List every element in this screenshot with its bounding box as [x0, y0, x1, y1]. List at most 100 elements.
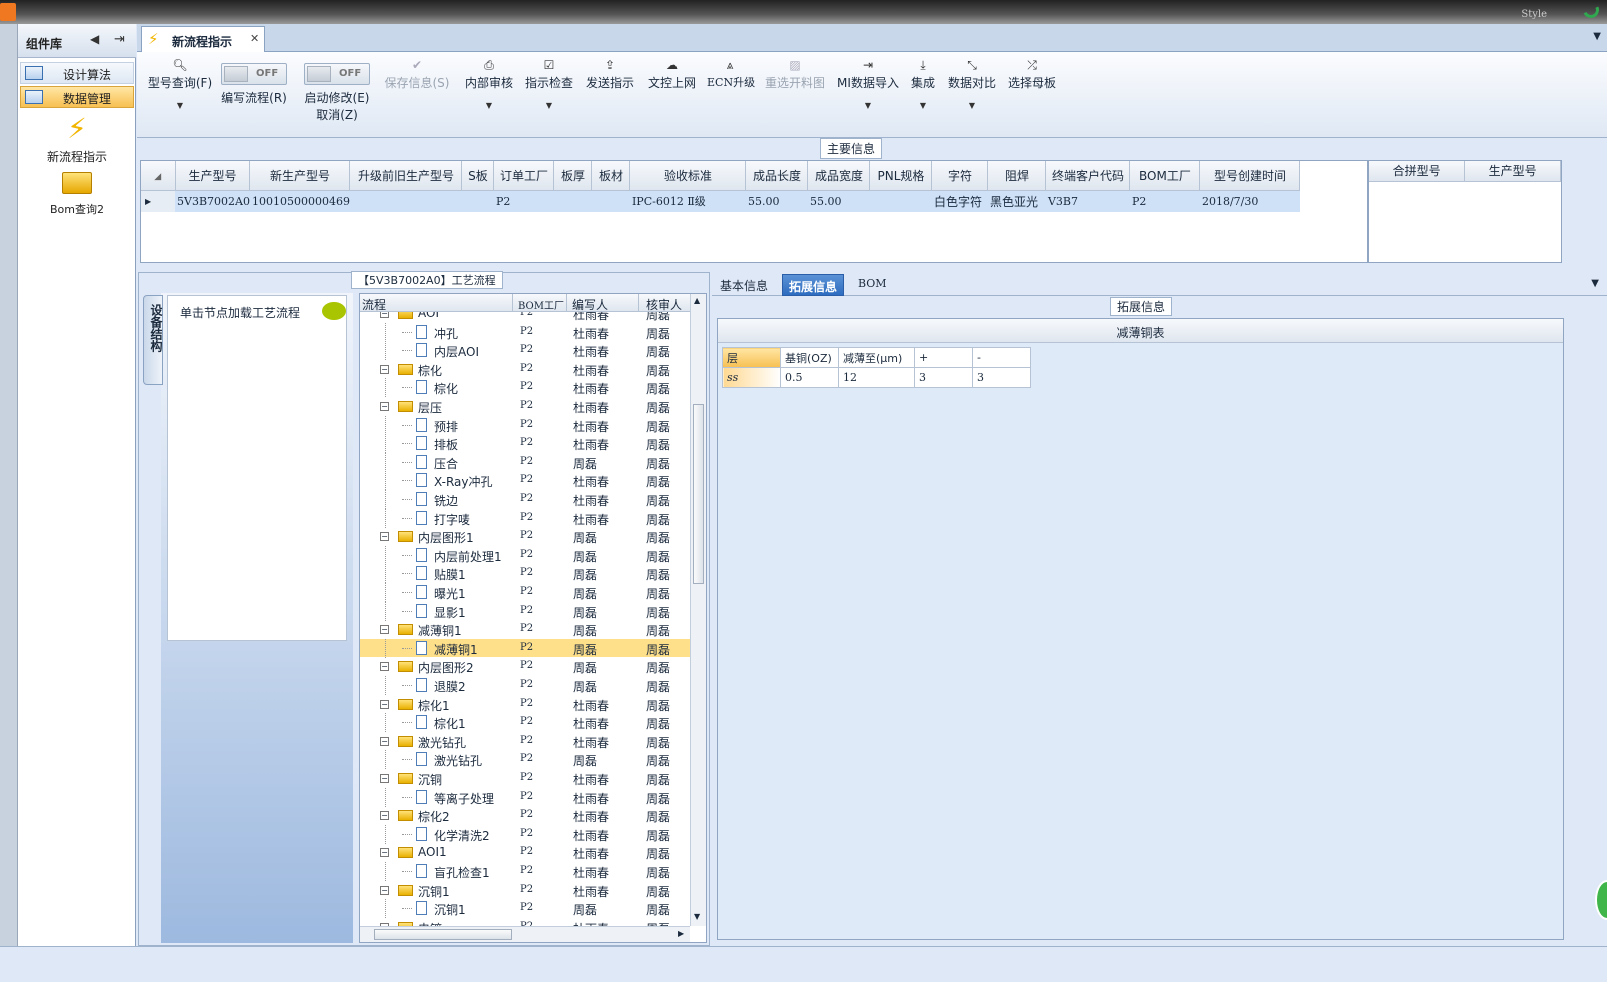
vertical-scrollbar[interactable]: ▲ ▼	[690, 294, 706, 926]
table-cell[interactable]: 10010500000469	[249, 190, 350, 212]
tree-node-row[interactable]: X-Ray冲孔 P2 杜雨春 周磊	[360, 471, 690, 491]
tree-node-row[interactable]: 显影1 P2 周磊 周磊	[360, 601, 690, 621]
collapse-toggle-icon[interactable]: −	[380, 532, 389, 542]
dropdown-arrow-icon[interactable]: ▼	[909, 101, 937, 110]
table-cell[interactable]	[591, 190, 630, 212]
column-header[interactable]: 终端客户代码	[1045, 161, 1131, 191]
table-cell[interactable]: 0.5	[780, 367, 839, 388]
mi-import-button[interactable]: ⇥ MI数据导入 ▼	[837, 56, 899, 110]
collapse-toggle-icon[interactable]: −	[380, 625, 389, 635]
column-header[interactable]: 成品宽度	[807, 161, 871, 191]
tree-node-row[interactable]: 预排 P2 杜雨春 周磊	[360, 415, 690, 435]
table-cell[interactable]: P2	[493, 190, 554, 212]
tree-node-row[interactable]: − 棕化1 P2 杜雨春 周磊	[360, 695, 690, 714]
model-query-button[interactable]: 🔍︎ 型号查询(F) ▼	[145, 56, 215, 110]
tree-node-row[interactable]: − AOI P2 杜雨春 周磊	[360, 312, 690, 323]
tree-node-row[interactable]: 盲孔检查1 P2 杜雨春 周磊	[360, 862, 690, 881]
tree-node-row[interactable]: − 内层图形2 P2 周磊 周磊	[360, 657, 690, 676]
scroll-right-icon[interactable]: ▶	[678, 929, 684, 938]
column-header[interactable]: S板	[461, 161, 495, 191]
horizontal-scrollbar[interactable]: ▶	[360, 926, 690, 942]
column-header[interactable]: 新生产型号	[249, 161, 351, 191]
column-header[interactable]: 合拼型号	[1369, 161, 1466, 182]
table-cell[interactable]: IPC-6012 Ⅱ级	[629, 190, 746, 212]
column-header[interactable]: 核审人	[646, 296, 682, 313]
tree-node-row[interactable]: − 棕化 P2 杜雨春 周磊	[360, 360, 690, 379]
bom-query-launcher[interactable]: Bom查询2	[18, 166, 136, 217]
toggle-switch[interactable]: OFF	[304, 63, 370, 85]
tree-node-row[interactable]: 化学清洗2 P2 杜雨春 周磊	[360, 824, 690, 844]
tree-node-row[interactable]: − 内层图形1 P2 周磊 周磊	[360, 527, 690, 546]
column-header[interactable]: 字符	[931, 161, 989, 191]
new-flow-instruction-launcher[interactable]: ⚡ 新流程指示	[18, 110, 136, 165]
table-cell[interactable]: 黑色亚光	[987, 190, 1046, 212]
collapse-left-icon[interactable]: ◀	[90, 32, 99, 46]
dropdown-arrow-icon[interactable]: ▼	[947, 101, 997, 110]
collapse-toggle-icon[interactable]: −	[380, 699, 389, 709]
hint-box[interactable]: 单击节点加载工艺流程	[167, 295, 347, 641]
collapse-toggle-icon[interactable]: −	[380, 662, 389, 672]
collapse-toggle-icon[interactable]: −	[380, 811, 389, 821]
tree-node-row[interactable]: 压合 P2 周磊 周磊	[360, 452, 690, 472]
select-master-button[interactable]: ⤮ 选择母板	[1007, 56, 1057, 91]
table-cell[interactable]: 55.00	[807, 190, 870, 212]
table-cell[interactable]: P2	[1129, 190, 1200, 212]
tree-node-row[interactable]: 打字唛 P2 杜雨春 周磊	[360, 508, 690, 528]
column-header[interactable]: 升级前旧生产型号	[349, 161, 463, 191]
collapse-toggle-icon[interactable]: −	[380, 885, 389, 895]
table-cell[interactable]: 3	[914, 367, 973, 388]
table-cell[interactable]: 55.00	[745, 190, 808, 212]
column-header[interactable]: 成品长度	[745, 161, 809, 191]
table-cell[interactable]: 3	[972, 367, 1031, 388]
tree-node-row[interactable]: − 激光钻孔 P2 杜雨春 周磊	[360, 732, 690, 751]
tab-basic-info[interactable]: 基本信息	[714, 274, 774, 296]
tree-node-row[interactable]: 激光钻孔 P2 周磊 周磊	[360, 750, 690, 770]
collapse-toggle-icon[interactable]: −	[380, 848, 389, 858]
table-cell[interactable]: 12	[838, 367, 915, 388]
table-cell[interactable]: 5V3B7002A0	[175, 190, 250, 212]
table-cell[interactable]: 白色字符	[931, 190, 988, 212]
auto-modify-toggle[interactable]: OFF 启动修改(E) 取消(Z)	[301, 56, 373, 123]
style-label[interactable]: Style	[1521, 9, 1547, 20]
table-cell[interactable]	[869, 190, 932, 212]
sidebar-item-data-management[interactable]: 数据管理	[20, 86, 134, 108]
phone-icon[interactable]	[1580, 0, 1602, 21]
tree-node-row[interactable]: 铣边 P2 杜雨春 周磊	[360, 490, 690, 509]
sidebar-item-design-algorithm[interactable]: 设计算法	[20, 62, 134, 84]
tree-node-row[interactable]: − 沉铜1 P2 杜雨春 周磊	[360, 881, 690, 900]
collapse-toggle-icon[interactable]: −	[380, 774, 389, 783]
internal-review-button[interactable]: ⎙ 内部审核 ▼	[463, 56, 515, 110]
column-header[interactable]: 减薄至(μm)	[838, 347, 915, 368]
cancel-label[interactable]: 取消(Z)	[301, 106, 373, 123]
scroll-thumb[interactable]	[693, 404, 704, 584]
tree-node-row[interactable]: − 层压 P2 杜雨春 周磊	[360, 397, 690, 416]
tree-node-row[interactable]: 曝光1 P2 周磊 周磊	[360, 583, 690, 602]
tree-node-row[interactable]: − 沉铜 P2 杜雨春 周磊	[360, 769, 690, 788]
tree-node-row[interactable]: 内层AOI P2 杜雨春 周磊	[360, 341, 690, 361]
exit-icon[interactable]: ⇥	[114, 32, 125, 47]
table-row[interactable]: ss 0.5 12 3 3	[722, 367, 1031, 388]
collapse-toggle-icon[interactable]: −	[380, 364, 389, 374]
table-cell[interactable]: ss	[722, 367, 781, 388]
column-header[interactable]: 阻焊	[987, 161, 1047, 191]
tree-node-row[interactable]: − 棕化2 P2 杜雨春 周磊	[360, 806, 690, 825]
tab-equipment-structure[interactable]: 设备结构	[143, 295, 163, 385]
column-header[interactable]: 型号创建时间	[1199, 161, 1301, 191]
column-header[interactable]: 生产型号	[1464, 161, 1561, 182]
tree-node-row[interactable]: 退膜2 P2 周磊 周磊	[360, 676, 690, 695]
tree-node-row[interactable]: 棕化 P2 杜雨春 周磊	[360, 378, 690, 398]
tab-bom[interactable]: BOM	[852, 274, 893, 296]
column-header[interactable]: BOM工厂	[1129, 161, 1201, 191]
tree-node-row[interactable]: 沉铜1 P2 周磊 周磊	[360, 899, 690, 919]
table-cell[interactable]	[553, 190, 592, 212]
ecn-upgrade-button[interactable]: ⩓ ECN升级	[707, 56, 755, 90]
save-info-button[interactable]: ✔ 保存信息(S)	[383, 56, 451, 91]
edit-flow-toggle[interactable]: OFF 编写流程(R)	[219, 56, 289, 106]
table-cell[interactable]	[349, 190, 462, 212]
table-row[interactable]: ▶ 5V3B7002A0 10010500000469 P2 IPC-6012 Ⅱ级 55…	[141, 190, 1300, 212]
dropdown-arrow-icon[interactable]: ▼	[525, 101, 573, 110]
close-icon[interactable]: ✕	[250, 32, 259, 45]
toggle-switch[interactable]: OFF	[221, 63, 287, 85]
column-header[interactable]: BOM工厂	[518, 297, 564, 312]
column-header[interactable]: 流程	[362, 296, 386, 313]
